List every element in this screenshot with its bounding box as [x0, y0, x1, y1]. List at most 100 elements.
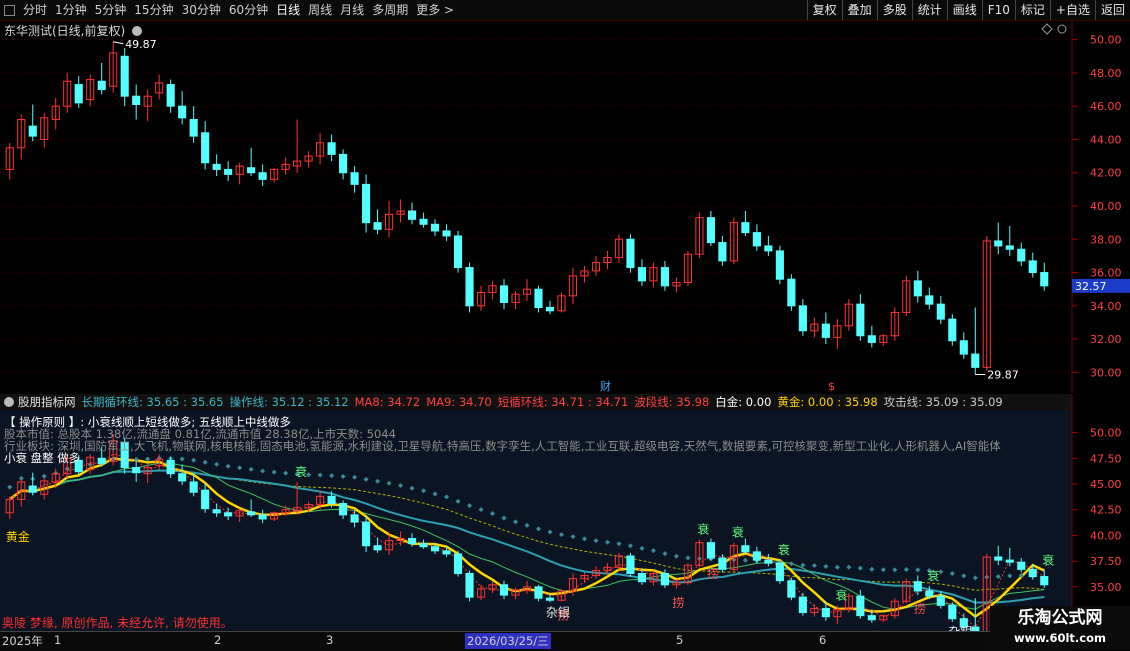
candle-body-74 [856, 303, 865, 337]
ind-candle-body-65 [752, 551, 761, 561]
period-tab-2[interactable]: 5分钟 [91, 0, 131, 20]
ind-candle-body-55 [637, 572, 647, 583]
ind-candle-body-66 [764, 559, 773, 564]
period-tab-3[interactable]: 15分钟 [130, 0, 177, 20]
candle-body-16 [189, 118, 198, 137]
toolbar-button-0[interactable]: 复权 [806, 0, 842, 20]
note-state: 小衰 盘整 做多 [4, 451, 81, 465]
circle-icon [1057, 24, 1067, 34]
signal-shuai-5: 衰 [927, 568, 939, 583]
high-pointer [113, 41, 124, 45]
time-label-month-2: 2 [214, 633, 222, 647]
time-label-month-1: 1 [54, 633, 62, 647]
candle-body-19 [224, 168, 233, 175]
toolbar-right-buttons: 复权 叠加 多股 统计 画线 F10 标记 +自选 返回 [806, 0, 1130, 20]
price-tick-label-4: 42.00 [1090, 167, 1122, 180]
ind-tick-label-0: 50.00 [1090, 427, 1122, 440]
period-tab-4[interactable]: 30分钟 [178, 0, 225, 20]
ind-tick-label-6: 35.00 [1090, 581, 1122, 594]
candle-body-29 [339, 153, 348, 174]
diamond-icon [1041, 23, 1053, 35]
ind-tick-label-4: 40.00 [1090, 529, 1122, 542]
finance-event-marker: 财 [600, 379, 611, 393]
price-tick-label-10: 30.00 [1090, 366, 1122, 379]
ind-tick-label-1: 47.50 [1090, 452, 1122, 465]
period-tab-0[interactable]: 分时 [19, 0, 51, 20]
candle-body-62 [718, 242, 727, 262]
candle-body-39 [453, 235, 463, 269]
candle-body-43 [499, 285, 509, 303]
period-tab-1[interactable]: 1分钟 [51, 0, 91, 20]
period-tab-5[interactable]: 60分钟 [225, 0, 272, 20]
candle-body-88 [1017, 248, 1026, 262]
candle-body-36 [419, 218, 428, 225]
ind-candle-body-89 [1028, 568, 1037, 578]
period-tab-6[interactable]: 日线 [272, 0, 304, 20]
toolbar-button-6[interactable]: 标记 [1014, 0, 1050, 20]
footer-copyright-note: 奥陵 梦缘, 原创作品, 未经允许, 请勿使用。 [2, 616, 233, 630]
toolbar-button-2[interactable]: 多股 [876, 0, 912, 20]
indicator-notes: 【 操作原则 】: 小衰线顺上短线做多; 五线顺上中线做多 股本市值: 总股本 … [4, 416, 1001, 464]
ind-candle-body-67 [775, 562, 784, 582]
ind-candle-body-18 [212, 509, 221, 514]
candle-body-69 [798, 305, 807, 332]
toolbar-button-7[interactable]: +自选 [1049, 0, 1095, 20]
toolbar-button-5[interactable]: F10 [981, 0, 1015, 20]
ind-candle-body-15 [178, 473, 187, 482]
period-tab-7[interactable]: 周线 [304, 0, 336, 20]
signal-shuai-0: 衰 [295, 464, 307, 479]
time-label-month-5: 5 [676, 633, 684, 647]
ind-candle-body-87 [1005, 559, 1014, 563]
signal-shuai-1: 衰 [697, 522, 709, 537]
ind-candle-body-35 [407, 538, 417, 545]
layout-icon[interactable] [4, 4, 15, 16]
period-tab-10[interactable]: 更多 > [412, 0, 458, 20]
ind-candle-body-32 [373, 545, 382, 551]
candle-body-38 [442, 230, 451, 237]
candle-body-83 [959, 340, 968, 355]
signal-gold: 黄金 [6, 529, 30, 544]
ind-tick-label-5: 37.50 [1090, 555, 1122, 568]
ind-candle-body-2 [28, 485, 37, 493]
signal-lao-4: 捞 [914, 602, 926, 616]
ind-candle-body-88 [1017, 561, 1026, 570]
signal-shuai-3: 衰 [778, 542, 790, 557]
price-tick-label-7: 36.00 [1090, 267, 1122, 280]
candle-body-75 [867, 335, 876, 343]
ind-candle-body-46 [534, 586, 543, 599]
ind-candle-body-54 [626, 555, 635, 574]
period-tab-8[interactable]: 月线 [336, 0, 368, 20]
toolbar-button-1[interactable]: 叠加 [841, 0, 877, 20]
candle-body-90 [1040, 272, 1049, 287]
toolbar-button-3[interactable]: 统计 [911, 0, 947, 20]
toolbar-button-4[interactable]: 画线 [946, 0, 982, 20]
candle-body-87 [1005, 245, 1014, 250]
ind-candle-body-80 [925, 590, 934, 597]
ind-candle-body-39 [453, 553, 463, 574]
ind-candle-body-36 [419, 543, 428, 548]
candle-body-10 [120, 55, 129, 97]
candle-body-54 [626, 238, 635, 269]
period-tabs: 分时 1分钟 5分钟 15分钟 30分钟 60分钟 日线 周线 月线 多周期 更多 > [0, 0, 458, 20]
site-watermark: 乐淘公式网 www.60lt.com [990, 606, 1130, 650]
signal-shuai-2: 衰 [732, 525, 744, 540]
ind-candle-body-21 [247, 511, 256, 516]
candle-body-80 [925, 295, 934, 305]
ind-candle-body-38 [442, 550, 451, 555]
period-tab-9[interactable]: 多周期 [368, 0, 412, 20]
candle-body-11 [132, 95, 141, 106]
candle-body-46 [534, 288, 543, 308]
ind-tick-label-3: 42.50 [1090, 504, 1122, 517]
ind-candle-body-30 [350, 514, 359, 523]
candle-body-47 [545, 306, 555, 312]
candle-body-79 [913, 280, 922, 297]
price-tick-label-9: 32.00 [1090, 333, 1122, 346]
price-tick-label-3: 44.00 [1090, 133, 1122, 146]
ind-candle-body-28 [327, 495, 336, 505]
price-tick-label-2: 46.00 [1090, 100, 1122, 113]
toolbar-button-8[interactable]: 返回 [1094, 0, 1130, 20]
candlestick-chart[interactable]: 50.00 48.00 46.00 44.00 42.00 40.00 38.00 36.00… [0, 21, 1130, 393]
ind-candle-body-82 [948, 604, 957, 620]
candle-body-14 [166, 84, 175, 107]
ind-candle-body-68 [787, 580, 796, 598]
